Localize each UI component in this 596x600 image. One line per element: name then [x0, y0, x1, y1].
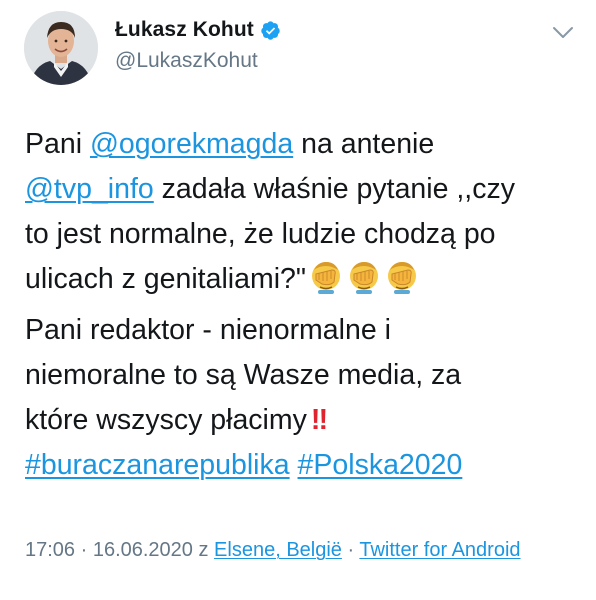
tweet-line-6: niemoralne to są Wasze media, za: [25, 359, 462, 391]
tweet-meta: 17:06 · 16.06.2020 z Elsene, België · Tw…: [25, 537, 585, 564]
tweet-text: na antenie: [293, 128, 435, 160]
face-palm-emoji: [308, 260, 344, 308]
author-handle[interactable]: @LukaszKohut: [115, 49, 258, 73]
tweet-line-3: to jest normalne, że ludzie chodzą po: [25, 218, 496, 250]
hashtag-link[interactable]: #buraczanarepublika: [25, 449, 290, 481]
source-link[interactable]: Twitter for Android: [359, 539, 520, 561]
tweet-line-7: które wszyscy płacimy ‼: [25, 398, 585, 443]
face-palm-emoji: [346, 260, 382, 308]
tweet-line-4: ulicach z genitaliami?": [25, 257, 585, 308]
location-link[interactable]: Elsene, België: [214, 539, 342, 561]
meta-separator: ·: [341, 539, 360, 561]
verified-badge-icon: [260, 20, 281, 41]
mention-link[interactable]: @tvp_info: [25, 173, 154, 205]
face-palm-emoji-group: [306, 262, 420, 295]
tweet-text: Pani: [25, 128, 90, 160]
tweet-text: ulicach z genitaliami?": [25, 263, 307, 295]
tweet-line-8: #buraczanarepublika #Polska2020: [25, 443, 585, 488]
author-name-row: Łukasz Kohut: [115, 18, 281, 42]
mention-link[interactable]: @ogorekmagda: [90, 128, 293, 160]
tweet-text: które wszyscy płacimy: [25, 404, 307, 436]
timestamp[interactable]: 17:06 · 16.06.2020 z: [25, 539, 214, 561]
tweet-text: zadała właśnie pytanie ,,czy: [153, 173, 515, 205]
tweet-line-2: @tvp_info zadała właśnie pytanie ,,czy: [25, 167, 585, 212]
tweet-line-5: Pani redaktor - nienormalne i: [25, 314, 391, 346]
face-palm-emoji: [384, 260, 420, 308]
author-name[interactable]: Łukasz Kohut: [115, 18, 254, 42]
avatar[interactable]: [24, 11, 98, 85]
tweet-body: Pani @ogorekmagda na antenie @tvp_info z…: [25, 122, 585, 488]
hashtag-link[interactable]: #Polska2020: [298, 449, 463, 481]
tweet-line-1: Pani @ogorekmagda na antenie: [25, 122, 585, 167]
chevron-down-icon[interactable]: [552, 26, 574, 40]
double-exclamation-icon: ‼: [310, 404, 328, 436]
